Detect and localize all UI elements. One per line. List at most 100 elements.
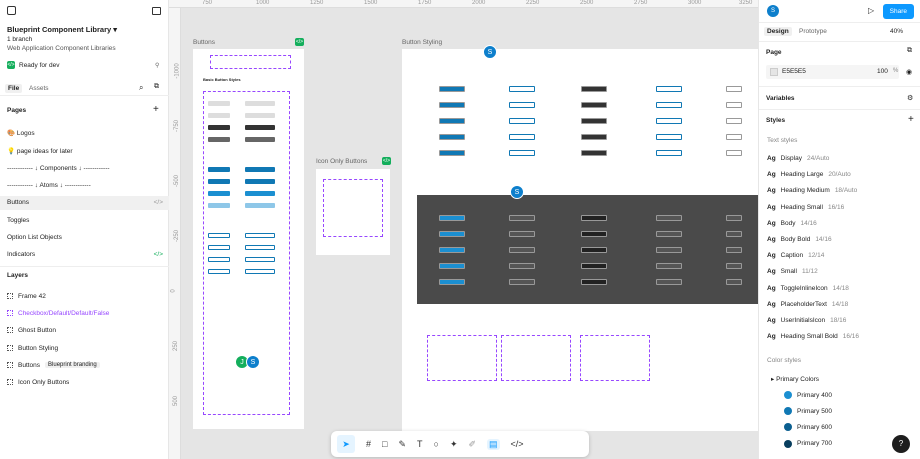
canvas[interactable]: 750 1000 1250 1500 1750 2000 2250 2500 2… [169, 0, 758, 459]
text-style-item[interactable]: Ag Display 24/Auto [767, 155, 829, 162]
sample-button-dark [439, 279, 465, 285]
page-item-logos[interactable]: 🎨 Logos [0, 127, 169, 141]
frame-buttons[interactable]: Basic Button Styles [193, 49, 304, 429]
sample-button [208, 113, 230, 118]
layer-chip: Blueprint branding [45, 362, 100, 368]
page-item-components-divider[interactable]: ------------ ↓ Components ↓ ------------ [0, 162, 169, 176]
text-style-item[interactable]: Ag UserInitialsIcon 18/16 [767, 317, 846, 324]
main-menu-icon[interactable] [7, 6, 16, 15]
comment-icon[interactable]: ○ [434, 439, 439, 449]
text-style-size: 20/Auto [828, 171, 851, 179]
icon-buttons-grid[interactable] [323, 179, 383, 237]
layer-button-styling[interactable]: Button Styling [7, 342, 58, 354]
move-icon[interactable]: ➤ [337, 435, 355, 453]
local-variables-icon[interactable]: ⧉ [907, 47, 912, 55]
frame-label-icon-only[interactable]: Icon Only Buttons [316, 158, 367, 165]
color-style-item[interactable]: Primary 400 [784, 391, 832, 399]
text-style-item[interactable]: Ag Small 11/12 [767, 268, 818, 275]
divider [759, 109, 920, 110]
tab-prototype[interactable]: Prototype [796, 27, 830, 36]
text-style-item[interactable]: Ag Heading Medium 18/Auto [767, 187, 857, 194]
sample-button-dark [726, 231, 742, 237]
basic-styles-title: Basic Button Styles [203, 77, 241, 82]
text-icon[interactable]: T [417, 439, 423, 449]
dev-mode-icon[interactable]: ▤ [487, 438, 500, 450]
tab-design[interactable]: Design [764, 27, 792, 36]
sample-button-dark [726, 247, 742, 253]
sample-button [245, 137, 275, 142]
sample-button-dark [581, 263, 607, 269]
text-style-item[interactable]: Ag Heading Small Bold 16/16 [767, 333, 859, 340]
color-style-name: Primary 400 [797, 391, 833, 399]
add-page-icon[interactable]: + [153, 104, 159, 115]
sample-button-dark [581, 247, 607, 253]
text-style-icon: Ag [767, 236, 776, 243]
zoom-level[interactable]: 40% [890, 28, 903, 35]
frame-icon[interactable]: # [366, 439, 371, 449]
text-style-item[interactable]: Ag Heading Large 20/Auto [767, 171, 851, 178]
sample-button [439, 150, 465, 156]
page-item-atoms-divider[interactable]: ------------ ↓ Atoms ↓ ------------ [0, 179, 169, 193]
text-style-item[interactable]: Ag Body Bold 14/16 [767, 236, 832, 243]
actions-icon[interactable]: ✦ [450, 439, 458, 450]
frame-icon-only-buttons[interactable] [316, 169, 390, 255]
sample-button-dark [509, 231, 535, 237]
color-style-name: Primary 600 [797, 423, 833, 431]
frame-label-button-styling[interactable]: Button Styling [402, 39, 442, 46]
file-title[interactable]: Blueprint Component Library ▾ [7, 25, 117, 34]
layer-buttons[interactable]: Buttons Blueprint branding [7, 359, 100, 371]
pen-icon[interactable]: ✎ [398, 439, 406, 450]
user-avatar[interactable]: S [767, 5, 779, 17]
color-style-item[interactable]: Primary 600 [784, 423, 833, 432]
variables-header[interactable]: Variables [766, 95, 795, 102]
search-icon[interactable]: ⌕ [139, 83, 143, 93]
page-item-ideas[interactable]: 💡 page ideas for later [0, 145, 169, 159]
code-icon[interactable]: </> [511, 439, 524, 449]
toggle-sidebar-icon[interactable] [152, 7, 161, 15]
text-style-name: Heading Medium [780, 187, 830, 195]
page-item-toggles[interactable]: Toggles [0, 214, 169, 228]
sample-button [245, 203, 275, 208]
cursor-avatar: S [510, 185, 524, 199]
bell-icon[interactable]: ⚲ [155, 62, 159, 69]
help-button[interactable]: ? [892, 435, 910, 453]
draw-icon[interactable]: ✐ [468, 439, 476, 450]
present-icon[interactable]: ▷ [868, 6, 874, 15]
page-item-option-list[interactable]: Option List Objects [0, 231, 169, 245]
text-style-name: PlaceholderText [780, 300, 827, 308]
page-item-buttons[interactable]: Buttons </> [0, 196, 169, 210]
page-color-field[interactable]: E5E5E5 100 % [766, 65, 899, 79]
shape-icon[interactable]: □ [382, 439, 387, 449]
text-style-item[interactable]: Ag PlaceholderText 14/18 [767, 301, 848, 308]
text-style-item[interactable]: Ag Caption 12/14 [767, 252, 824, 259]
layer-checkbox[interactable]: Checkbox/Default/Default/False [7, 307, 109, 319]
branch-label[interactable]: 1 branch [7, 36, 32, 43]
ruler-tick: 750 [202, 0, 213, 6]
sample-button-dark [509, 215, 535, 221]
library-icon[interactable]: ⧉ [154, 83, 159, 91]
icon-row[interactable] [210, 55, 291, 69]
color-style-item[interactable]: Primary 700 [784, 439, 832, 448]
layer-ghost-button[interactable]: Ghost Button [7, 324, 56, 336]
variables-settings-icon[interactable]: ⚙ [907, 94, 913, 102]
layer-frame-42[interactable]: Frame 42 [7, 290, 46, 302]
sample-button [245, 101, 275, 106]
text-style-item[interactable]: Ag ToggleInlineIcon 14/18 [767, 285, 849, 292]
layer-icon-only-buttons[interactable]: Icon Only Buttons [7, 376, 69, 388]
color-group[interactable]: ▸ Primary Colors [771, 375, 819, 383]
frame-label-buttons[interactable]: Buttons [193, 39, 215, 46]
tab-assets[interactable]: Assets [26, 84, 52, 93]
dev-status-icon: </> [153, 199, 163, 206]
color-style-name: Primary 500 [797, 407, 833, 415]
add-style-icon[interactable]: + [908, 114, 914, 125]
ready-for-dev[interactable]: </> Ready for dev [7, 61, 59, 69]
text-style-item[interactable]: Ag Heading Small 16/16 [767, 204, 844, 211]
tab-file[interactable]: File [5, 84, 23, 93]
color-style-item[interactable]: Primary 500 [784, 407, 833, 416]
text-style-icon: Ag [767, 300, 776, 308]
eye-icon[interactable]: ◉ [906, 68, 912, 76]
text-style-item[interactable]: Ag Body 14/16 [767, 220, 817, 227]
share-button[interactable]: Share [882, 4, 914, 19]
text-style-name: Display [780, 155, 802, 162]
page-item-indicators[interactable]: Indicators </> [0, 248, 169, 262]
